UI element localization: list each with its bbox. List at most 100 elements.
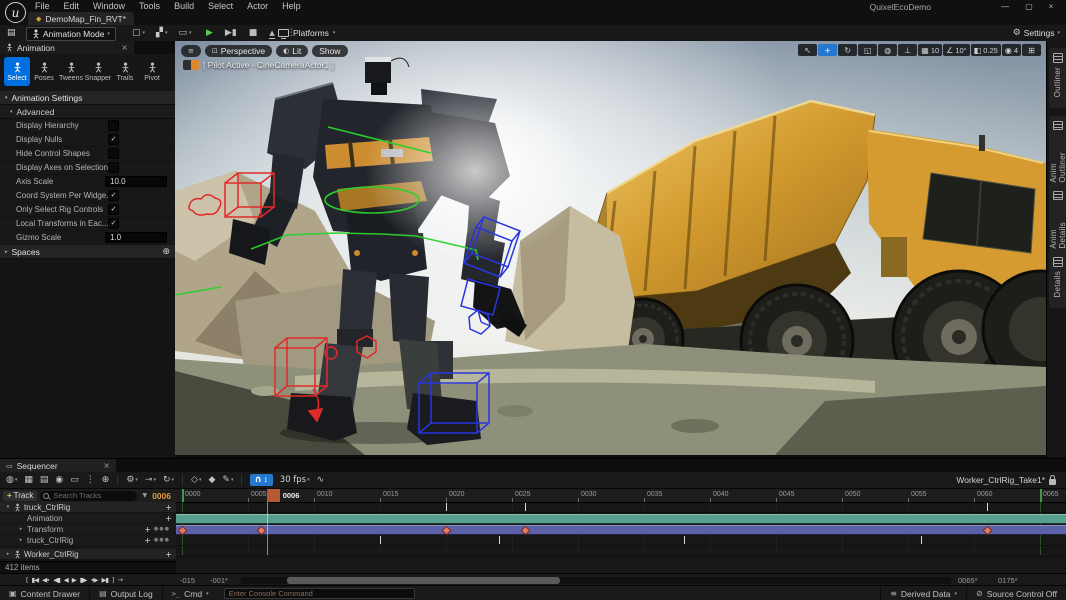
anim-tool-select[interactable]: Select [4, 57, 30, 86]
add-section-icon[interactable]: + [165, 550, 172, 559]
menu-window[interactable]: Window [86, 1, 132, 11]
section-advanced[interactable]: ▾ Advanced [0, 105, 175, 119]
playhead[interactable] [267, 489, 280, 502]
section-spaces[interactable]: ▸ Spaces ⊕ [0, 245, 175, 259]
section-bar[interactable] [176, 525, 1066, 535]
keyframe[interactable] [499, 536, 500, 544]
minimize-button[interactable]: — [996, 1, 1014, 12]
anim-tool-trails[interactable]: Trails [112, 57, 138, 86]
maximize-button[interactable]: ▢ [1020, 1, 1038, 12]
show-flags-button[interactable]: Show [312, 45, 347, 57]
caret-icon[interactable]: ▸ [18, 526, 24, 532]
cmd-dropdown[interactable]: >_ Cmd ▾ [163, 586, 218, 600]
menu-build[interactable]: Build [167, 1, 201, 11]
lock-icon[interactable] [1049, 479, 1056, 485]
view-range-start[interactable]: -015 [180, 576, 195, 585]
sequence-breadcrumb[interactable]: Worker_CtrlRig_Take1* [956, 475, 1045, 485]
menu-file[interactable]: File [28, 1, 57, 11]
timeline-row-truck-ctrlrig-child[interactable] [176, 535, 1066, 546]
menu-actor[interactable]: Actor [240, 1, 275, 11]
blueprints-dropdown[interactable]: ▞▾ [152, 28, 171, 38]
create-camera-button[interactable]: ◉ [55, 475, 63, 485]
scale-snap-button[interactable]: ◧ 0.25 [971, 44, 1001, 56]
rotation-snap-button[interactable]: ∠ 10° [943, 44, 970, 56]
view-range-end[interactable]: 0175* [998, 576, 1018, 585]
playback-range-marker[interactable] [1040, 489, 1042, 502]
cinematics-dropdown[interactable]: ▭▾ [174, 28, 195, 38]
play-button[interactable]: ▶ [203, 28, 216, 38]
timeline-row-worker-ctrlrig[interactable] [176, 546, 1066, 557]
timeline-row-transform[interactable] [176, 524, 1066, 535]
sequencer-timeline[interactable]: 0000000500100015002000250030003500400045… [176, 489, 1066, 573]
checkbox-only-select-rig-controls[interactable]: ✓ [108, 204, 119, 215]
add-actor-track-button[interactable]: ⊕ [102, 475, 110, 485]
tab-outliner[interactable]: Outliner [1049, 48, 1066, 108]
caret-icon[interactable]: ▸ [18, 537, 24, 543]
render-movie-button[interactable]: ▭ [70, 475, 79, 485]
checkbox-display-hierarchy[interactable] [108, 120, 119, 131]
level-viewport[interactable]: ≡ ⊡ Perspective ◐ Lit Show [ Pilot Activ… [175, 41, 1046, 458]
filter-icon[interactable]: ▼ [140, 492, 149, 499]
anim-tool-tweens[interactable]: Tweens [58, 57, 84, 86]
key-nav-dots[interactable]: ●●● [154, 537, 170, 543]
checkbox-display-nulls[interactable]: ✓ [108, 134, 119, 145]
tab-anim-details[interactable]: Anim Details [1049, 186, 1066, 254]
fps-select-button[interactable]: 30 fps ▾ [280, 475, 310, 485]
add-section-icon[interactable]: + [144, 536, 151, 545]
viewport-menu-button[interactable]: ≡ [181, 45, 201, 57]
menu-help[interactable]: Help [275, 1, 308, 11]
keyframe-options-button[interactable]: ◇ ▾ [191, 475, 201, 485]
more-options-button[interactable]: ⋮ [86, 475, 95, 485]
anim-tool-poses[interactable]: Poses [31, 57, 57, 86]
track-row-worker-ctrlrig[interactable]: ▸ Worker_CtrlRig + [0, 549, 176, 560]
editor-mode-dropdown[interactable]: Animation Mode ▾ [26, 27, 116, 41]
world-options-button[interactable]: ◍ ▾ [6, 475, 17, 485]
checkbox-hide-control-shapes[interactable] [108, 148, 119, 159]
world-coord-button[interactable]: ◍ [878, 44, 897, 56]
keyframe[interactable] [446, 503, 447, 511]
skip-button[interactable]: ▶▮ [222, 28, 240, 38]
input-gizmo-scale[interactable]: 1.0 [105, 232, 167, 243]
add-section-icon[interactable]: + [165, 503, 172, 512]
level-tab[interactable]: ◆ DemoMap_Fin_RVT* [28, 12, 134, 25]
console-command-input[interactable]: Enter Console Command [224, 588, 415, 599]
content-drawer-button[interactable]: ▣ Content Drawer [0, 586, 90, 600]
close-icon[interactable]: × [121, 43, 128, 52]
camera-speed-button[interactable]: ◉ 4 [1002, 44, 1021, 56]
key-nav-dots[interactable]: ●●● [154, 526, 170, 532]
edit-options-button[interactable]: ✎ ▾ [222, 475, 233, 485]
track-row-transform[interactable]: ▸ Transform + ●●● [0, 524, 176, 535]
stop-button[interactable]: ■ [246, 28, 261, 38]
maximize-viewport-button[interactable]: ⊞ [1022, 44, 1041, 56]
add-track-button[interactable]: +Track [3, 491, 37, 501]
current-frame-field[interactable]: 0006 [152, 491, 173, 501]
tab-animation[interactable]: Animation × [0, 41, 134, 54]
timeline-row-animation[interactable] [176, 513, 1066, 524]
launch-button[interactable]: ▲ [269, 30, 274, 39]
save-button[interactable]: ▦ [24, 475, 33, 485]
tab-anim-outliner[interactable]: Anim Outliner [1049, 116, 1066, 188]
keyframe[interactable] [525, 503, 526, 511]
track-row-truck-ctrlrig[interactable]: ▾ truck_CtrlRig + [0, 502, 176, 513]
anim-tool-snapper[interactable]: Snapper [85, 57, 111, 86]
caret-icon[interactable]: ▸ [5, 551, 11, 557]
tab-sequencer[interactable]: ▭ Sequencer × [0, 459, 116, 472]
working-range-end[interactable]: 0065* [958, 576, 978, 585]
viewport-scene[interactable] [175, 41, 1046, 455]
close-button[interactable]: × [1042, 1, 1060, 12]
select-tool-button[interactable]: ↖ [798, 44, 817, 56]
output-log-button[interactable]: ▤ Output Log [90, 586, 163, 600]
pilot-camera-icon[interactable] [183, 60, 199, 70]
track-row-truck-ctrlrig[interactable]: ▸ truck_CtrlRig + ●●● [0, 535, 176, 546]
move-tool-button[interactable]: + [818, 44, 837, 56]
derived-data-button[interactable]: ≡ Derived Data ▾ [880, 586, 966, 600]
keying-options-button[interactable]: ⊸ ▾ [145, 475, 156, 485]
unreal-logo-icon[interactable]: u [5, 2, 26, 23]
playhead-line[interactable] [267, 502, 268, 555]
settings-dropdown[interactable]: ⚙ Settings ▾ [1013, 27, 1060, 39]
scale-tool-button[interactable]: ◱ [858, 44, 877, 56]
source-control-button[interactable]: ⊘ Source Control Off [966, 586, 1066, 600]
scrollbar-thumb[interactable] [287, 577, 560, 584]
curve-editor-button[interactable]: ∿ [317, 475, 325, 485]
section-bar[interactable] [176, 514, 1066, 524]
